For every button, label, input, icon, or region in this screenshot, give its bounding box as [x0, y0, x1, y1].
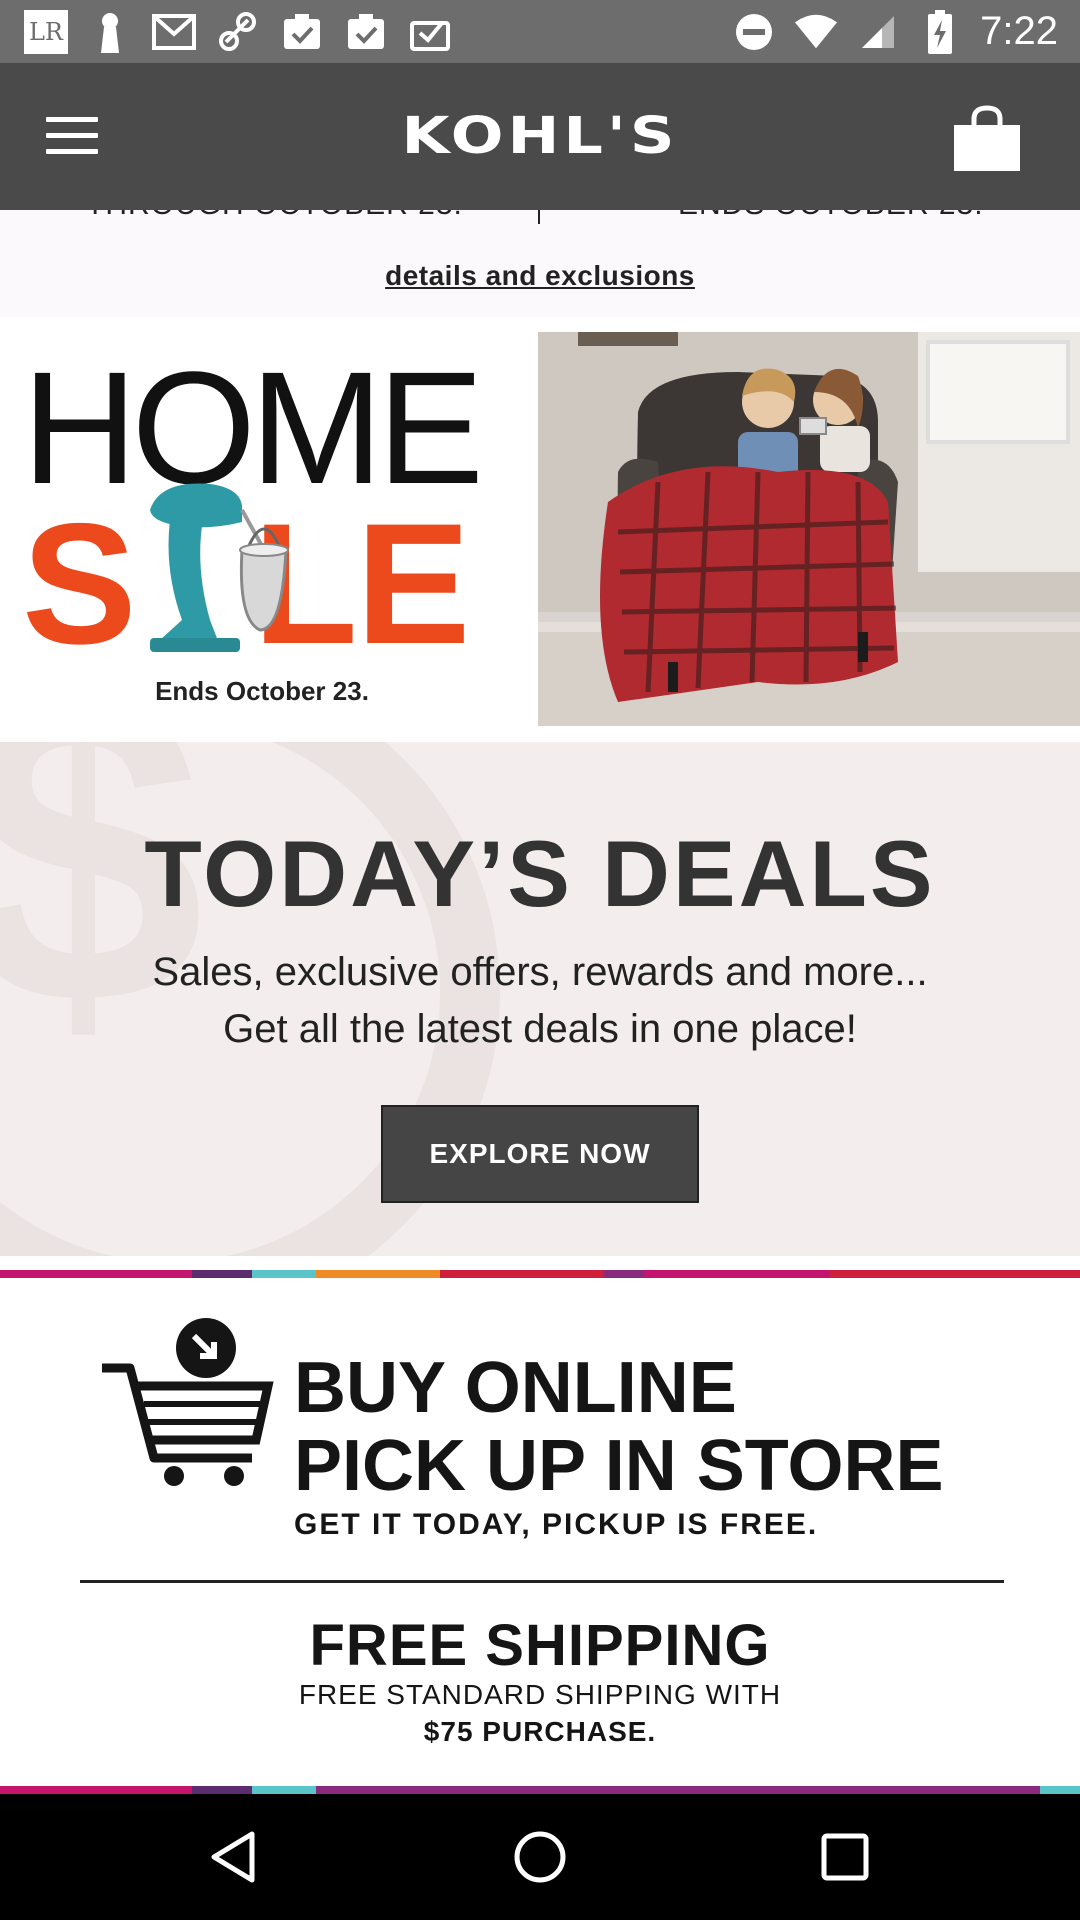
keyhole-icon [88, 10, 132, 54]
task-check-icon [408, 10, 452, 54]
details-and-exclusions-link[interactable]: details and exclusions [0, 260, 1080, 292]
link-icon [216, 10, 260, 54]
app-header: KOHL'S [0, 63, 1080, 210]
battery-charging-icon [918, 9, 962, 54]
kohls-logo[interactable]: KOHL'S [340, 107, 740, 164]
status-bar: LR 7:22 [0, 0, 1080, 63]
home-sale-banner[interactable]: HOME S LE Ends October 23. [0, 330, 1080, 730]
deals-subtitle-line-1: Sales, exclusive offers, rewards and mor… [152, 950, 928, 994]
signal-icon [856, 10, 900, 54]
color-stripe-bottom [0, 1786, 1080, 1794]
shopping-bag-icon[interactable] [952, 105, 1022, 173]
free-shipping-line-1: FREE STANDARD SHIPPING WITH [298, 1679, 782, 1710]
buy-online-pickup-section[interactable]: BUY ONLINE PICK UP IN STORE GET IT TODAY… [0, 1282, 1080, 1662]
android-nav-bar [0, 1794, 1080, 1920]
promo-right-text: ENDS OCTOBER 23. [678, 210, 984, 222]
recents-square-icon[interactable] [810, 1824, 880, 1890]
section-divider [80, 1580, 1004, 1583]
deals-subtitle-line-2: Get all the latest deals in one place! [223, 1007, 857, 1051]
gmail-icon [152, 10, 196, 54]
back-triangle-icon[interactable] [200, 1824, 270, 1890]
shopping-cart-icon [98, 1316, 274, 1486]
todays-deals-title: TODAY’S DEALS [144, 821, 936, 926]
free-shipping-title: FREE SHIPPING [309, 1613, 771, 1678]
promo-strip: THROUGH OCTOBER 23. ENDS OCTOBER 23. det… [0, 210, 1080, 317]
task-check-icon [280, 10, 324, 54]
todays-deals-subtitle: Sales, exclusive offers, rewards and mor… [0, 944, 1080, 1058]
living-room-photo [538, 332, 1080, 726]
promo-left-text: THROUGH OCTOBER 23. [86, 210, 463, 222]
color-stripe-top [0, 1270, 1080, 1278]
hamburger-menu-icon[interactable] [46, 115, 100, 157]
do-not-disturb-icon [732, 10, 776, 54]
todays-deals-section: $ TODAY’S DEALS Sales, exclusive offers,… [0, 742, 1080, 1256]
promo-divider [538, 210, 540, 224]
stand-mixer-icon [130, 470, 300, 660]
bopis-line-3: GET IT TODAY, PICKUP IS FREE. [294, 1508, 819, 1541]
sale-letter-s: S [22, 488, 137, 680]
free-shipping-line-2: $75 PURCHASE. [423, 1716, 657, 1747]
task-check-icon [344, 10, 388, 54]
lr-app-icon: LR [24, 9, 68, 54]
bopis-line-2: PICK UP IN STORE [294, 1426, 944, 1506]
home-circle-icon[interactable] [505, 1824, 575, 1890]
explore-now-button[interactable]: EXPLORE NOW [381, 1105, 699, 1203]
bopis-line-1: BUY ONLINE [294, 1348, 737, 1428]
home-sale-ends: Ends October 23. [155, 676, 369, 706]
clock-time: 7:22 [980, 9, 1058, 53]
wifi-icon [794, 10, 838, 54]
